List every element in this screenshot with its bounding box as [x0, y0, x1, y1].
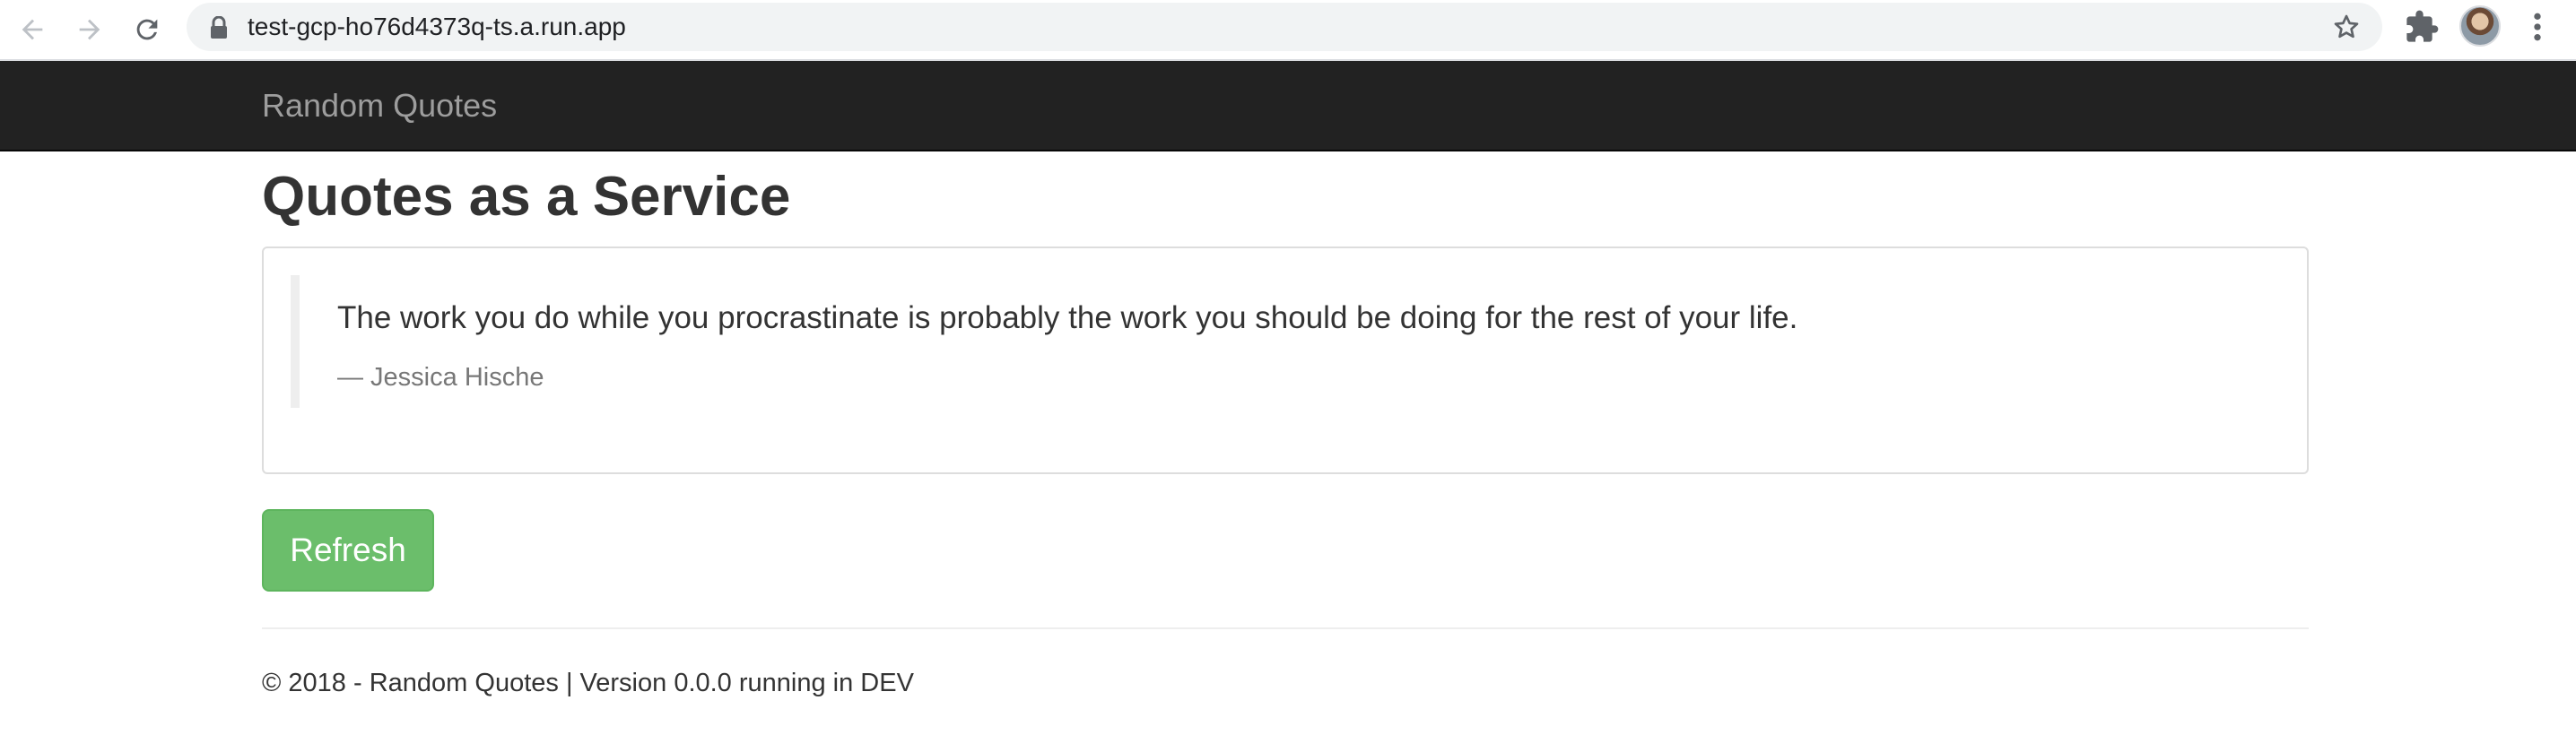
puzzle-icon[interactable]	[2404, 9, 2440, 45]
avatar[interactable]	[2459, 5, 2501, 47]
page-title: Quotes as a Service	[262, 166, 791, 228]
quote-panel: The work you do while you procrastinate …	[262, 246, 2309, 474]
reload-button[interactable]	[126, 8, 169, 51]
star-icon[interactable]	[2332, 13, 2361, 41]
refresh-button[interactable]: Refresh	[262, 509, 434, 592]
reload-icon	[136, 19, 158, 40]
lock-icon[interactable]	[208, 16, 230, 39]
site-navbar: Random Quotes	[0, 61, 2576, 151]
arrow-back-icon	[22, 19, 43, 40]
address-bar[interactable]: test-gcp-ho76d4373q-ts.a.run.app	[187, 3, 2382, 51]
quote-text: The work you do while you procrastinate …	[337, 300, 1798, 335]
blockquote: The work you do while you procrastinate …	[291, 275, 2282, 408]
footer-divider	[262, 627, 2309, 629]
back-button[interactable]	[11, 8, 54, 51]
kebab-menu-icon[interactable]	[2524, 9, 2551, 45]
navbar-brand[interactable]: Random Quotes	[262, 61, 497, 150]
url-text[interactable]: test-gcp-ho76d4373q-ts.a.run.app	[248, 3, 626, 51]
footer-text: © 2018 - Random Quotes | Version 0.0.0 r…	[262, 669, 914, 697]
arrow-forward-icon	[79, 19, 100, 40]
browser-toolbar: test-gcp-ho76d4373q-ts.a.run.app	[0, 0, 2576, 59]
forward-button[interactable]	[68, 8, 111, 51]
quote-author: — Jessica Hische	[337, 363, 544, 392]
